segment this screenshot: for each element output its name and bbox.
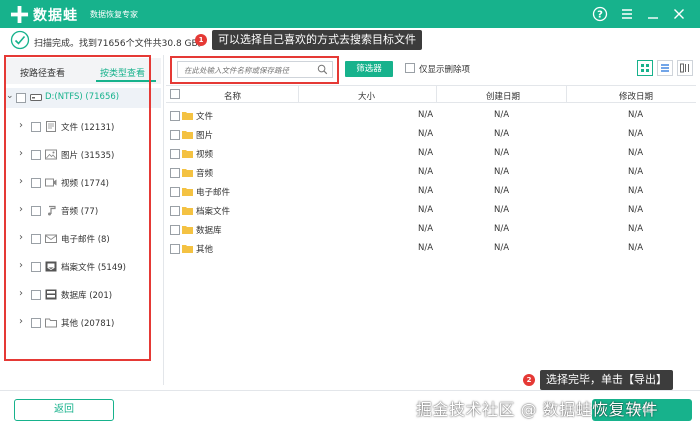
minimize-icon[interactable] [645, 6, 661, 22]
row-size: N/A [418, 224, 434, 234]
column-separator[interactable] [566, 86, 567, 103]
tip-badge-2: 2 [523, 374, 535, 386]
row-created: N/A [494, 186, 510, 196]
table-row[interactable]: 数据库 N/A N/A N/A [166, 220, 696, 239]
folder-icon [182, 207, 193, 215]
app-name: 数据蛙 [33, 8, 78, 24]
app-subtitle: 数据恢复专家 [90, 10, 138, 19]
row-checkbox[interactable] [170, 244, 180, 254]
row-modified: N/A [628, 186, 644, 196]
panel-divider [163, 55, 164, 385]
list-view-icon[interactable] [657, 60, 673, 76]
folder-icon [182, 131, 193, 139]
tip-badge-1: 1 [195, 34, 207, 46]
scan-status-text: 扫描完成。找到71656个文件共30.8 GB。 [34, 39, 207, 49]
row-size: N/A [418, 205, 434, 215]
row-created: N/A [494, 129, 510, 139]
title-bar: 数据蛙 数据恢复专家 ? [0, 0, 700, 28]
table-row[interactable]: 音频 N/A N/A N/A [166, 163, 696, 182]
table-row[interactable]: 图片 N/A N/A N/A [166, 125, 696, 144]
column-size[interactable]: 大小 [358, 90, 375, 102]
highlight-frame-search [170, 56, 339, 84]
row-name: 其他 [196, 245, 214, 255]
table-row[interactable]: 视频 N/A N/A N/A [166, 144, 696, 163]
svg-text:?: ? [597, 10, 603, 21]
row-modified: N/A [628, 167, 644, 177]
row-checkbox[interactable] [170, 149, 180, 159]
help-icon[interactable]: ? [592, 6, 608, 22]
row-name: 档案文件 [196, 207, 231, 217]
column-created[interactable]: 创建日期 [486, 90, 520, 102]
watermark-text: 掘金技术社区 @ 数据蛙恢复软件 [416, 400, 659, 419]
bottom-divider [0, 390, 700, 391]
table-row[interactable]: 档案文件 N/A N/A N/A [166, 201, 696, 220]
deleted-only-checkbox[interactable] [405, 63, 415, 73]
folder-icon [182, 226, 193, 234]
tip-callout-export: 选择完毕，单击【导出】 [540, 370, 673, 390]
row-name: 电子邮件 [196, 188, 231, 198]
table-row[interactable]: 文件 N/A N/A N/A [166, 106, 696, 125]
back-button[interactable]: 返回 [14, 399, 114, 421]
close-icon[interactable] [671, 6, 687, 22]
row-size: N/A [418, 148, 434, 158]
highlight-frame-category-panel [4, 55, 151, 361]
row-modified: N/A [628, 243, 644, 253]
row-created: N/A [494, 224, 510, 234]
row-modified: N/A [628, 205, 644, 215]
detail-view-icon[interactable] [677, 60, 693, 76]
row-modified: N/A [628, 148, 644, 158]
folder-icon [182, 112, 193, 120]
row-created: N/A [494, 243, 510, 253]
menu-icon[interactable] [619, 6, 635, 22]
column-name[interactable]: 名称 [224, 90, 241, 102]
row-size: N/A [418, 243, 434, 253]
folder-icon [182, 169, 193, 177]
scan-complete-check-icon [10, 30, 30, 50]
row-checkbox[interactable] [170, 187, 180, 197]
row-name: 数据库 [196, 226, 222, 236]
row-name: 图片 [196, 131, 214, 141]
row-checkbox[interactable] [170, 168, 180, 178]
column-separator[interactable] [298, 86, 299, 103]
row-name: 音频 [196, 169, 214, 179]
row-size: N/A [418, 129, 434, 139]
filter-button[interactable]: 筛选器 [345, 61, 393, 77]
app-logo-icon [10, 5, 29, 24]
folder-icon [182, 150, 193, 158]
row-modified: N/A [628, 224, 644, 234]
row-checkbox[interactable] [170, 130, 180, 140]
row-checkbox[interactable] [170, 206, 180, 216]
column-separator[interactable] [436, 86, 437, 103]
deleted-only-label: 仅显示删除项 [419, 65, 471, 75]
row-size: N/A [418, 110, 434, 120]
row-size: N/A [418, 186, 434, 196]
row-name: 文件 [196, 112, 214, 122]
row-modified: N/A [628, 110, 644, 120]
folder-icon [182, 245, 193, 253]
row-created: N/A [494, 148, 510, 158]
row-size: N/A [418, 167, 434, 177]
column-modified[interactable]: 修改日期 [619, 90, 653, 102]
row-created: N/A [494, 205, 510, 215]
table-row[interactable]: 电子邮件 N/A N/A N/A [166, 182, 696, 201]
folder-icon [182, 188, 193, 196]
row-created: N/A [494, 110, 510, 120]
file-table-header: 名称 大小 创建日期 修改日期 [166, 85, 696, 103]
row-checkbox[interactable] [170, 111, 180, 121]
tip-callout-search: 可以选择自己喜欢的方式去搜索目标文件 [212, 30, 422, 50]
table-row[interactable]: 其他 N/A N/A N/A [166, 239, 696, 258]
row-checkbox[interactable] [170, 225, 180, 235]
grid-view-icon[interactable] [637, 60, 653, 76]
row-modified: N/A [628, 129, 644, 139]
select-all-checkbox[interactable] [170, 89, 180, 99]
row-created: N/A [494, 167, 510, 177]
row-name: 视频 [196, 150, 214, 160]
